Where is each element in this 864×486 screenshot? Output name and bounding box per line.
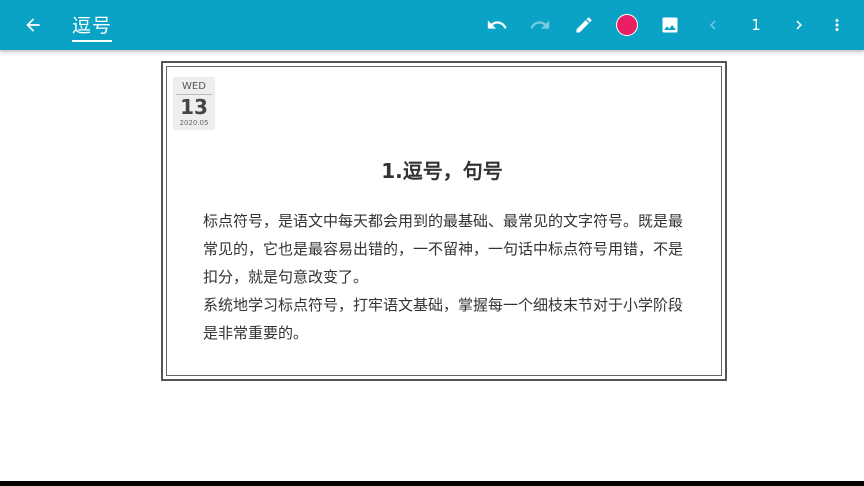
date-tile: WED 13 2020.05 (173, 77, 215, 130)
image-icon (662, 17, 678, 33)
more-options-button[interactable] (826, 0, 848, 50)
undo-button[interactable] (482, 0, 512, 50)
color-dot-icon (616, 14, 638, 36)
note-body: 标点符号，是语文中每天都会用到的最基础、最常见的文字符号。既是最常见的，它也是最… (203, 207, 693, 347)
page-number: 1 (751, 16, 761, 34)
prev-page-button[interactable] (700, 0, 726, 50)
redo-button[interactable] (525, 0, 555, 50)
date-weekday: WED (182, 81, 206, 92)
date-day: 13 (180, 95, 208, 119)
chevron-right-icon (796, 20, 802, 30)
more-vert-icon (835, 19, 839, 31)
pen-tool-button[interactable] (569, 0, 599, 50)
app-bar: 逗号 1 (0, 0, 864, 50)
bottom-edge (0, 481, 864, 486)
back-button[interactable] (16, 0, 50, 50)
next-page-button[interactable] (786, 0, 812, 50)
redo-icon (530, 20, 550, 29)
pencil-icon (576, 17, 592, 33)
color-picker-button[interactable] (612, 0, 642, 50)
page-title[interactable]: 逗号 (72, 11, 113, 42)
back-arrow-icon (26, 18, 40, 32)
note-heading: 1.逗号，句号 (381, 159, 503, 183)
body-paragraph: 系统地学习标点符号，打牢语文基础，掌握每一个细枝末节对于小学阶段是非常重要的。 (203, 296, 684, 342)
date-year-month: 2020.05 (179, 119, 209, 127)
undo-icon (487, 20, 507, 29)
chevron-left-icon (710, 20, 716, 30)
insert-image-button[interactable] (655, 0, 685, 50)
body-paragraph: 标点符号，是语文中每天都会用到的最基础、最常见的文字符号。既是最常见的，它也是最… (203, 212, 684, 286)
